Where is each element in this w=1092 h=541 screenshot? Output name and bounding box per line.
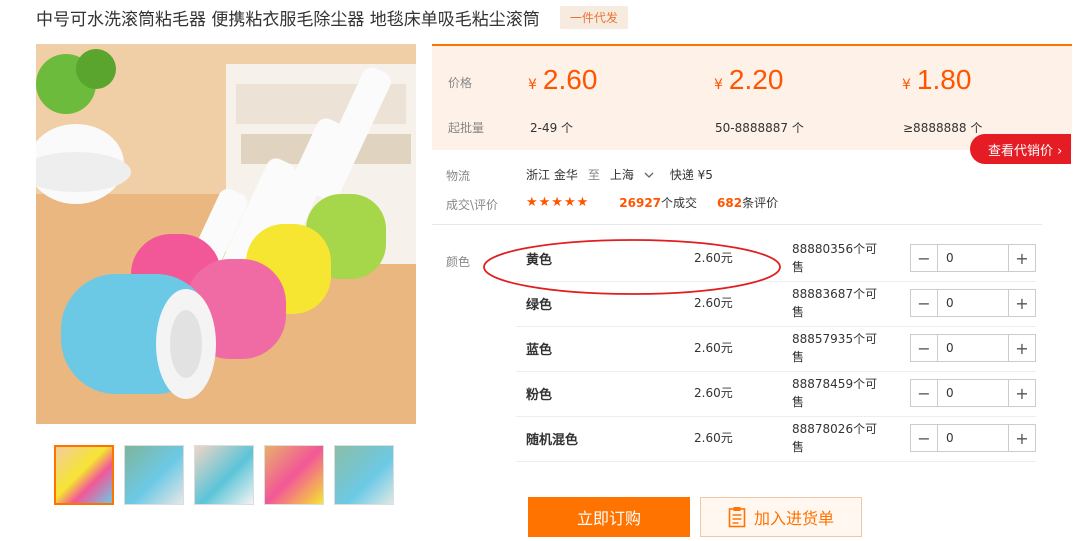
deals-count: 26927 [619,195,662,210]
sku-price: 2.60元 [694,386,733,400]
qty-tier-1: 2-49 个 [530,121,574,135]
quantity-input[interactable]: 0 [937,245,1009,271]
thumbnail-1[interactable] [54,445,114,505]
sku-price: 2.60元 [694,296,733,310]
price-tier-1: ¥ 2.60 [528,64,597,96]
price-panel: 价格 起批量 ¥ 2.60 ¥ 2.20 ¥ 1.80 2-49 个 50-88… [432,44,1072,150]
quantity-input[interactable]: 0 [937,425,1009,451]
reviews-count[interactable]: 682 [717,196,742,210]
color-label: 颜色 [446,255,471,269]
currency-symbol: ¥ [902,77,911,93]
sku-name: 黄色 [526,253,553,268]
ship-to-select[interactable]: 上海 [610,166,634,183]
quantity-input[interactable]: 0 [937,335,1009,361]
chevron-down-icon[interactable] [644,168,654,182]
logistics-label: 物流 [446,169,471,183]
qty-tier-3: ≥8888888 个 [903,121,983,135]
dropship-badge[interactable]: 一件代发 [559,5,628,29]
to-word: 至 [587,168,600,182]
quantity-input[interactable]: 0 [937,380,1009,406]
lint-roller-illustration [36,44,416,424]
sku-row: 绿色 2.60元 88883687个可售 − 0 + [516,282,1036,327]
price-value: 2.20 [728,64,784,95]
logistics-row: 浙江 金华 至 上海 快递 ¥5 [526,166,713,183]
price-value: 2.60 [542,64,598,95]
quantity-stepper: − 0 + [910,244,1036,272]
currency-symbol: ¥ [714,77,723,93]
add-to-cart-label: 加入进货单 [753,509,834,528]
shipping-fee: 快递 ¥5 [669,168,713,182]
sku-stock: 88880356个可售 [792,242,878,274]
thumbnail-2[interactable] [124,445,184,505]
add-to-cart-button[interactable]: 加入进货单 [700,497,862,537]
sku-stock: 88883687个可售 [792,287,878,319]
price-tier-2: ¥ 2.20 [714,64,783,96]
quantity-stepper: − 0 + [910,334,1036,362]
min-qty-label: 起批量 [448,121,485,135]
clipboard-icon [728,507,746,528]
plus-icon[interactable]: + [1009,245,1035,271]
sku-price: 2.60元 [694,341,733,355]
buy-now-button[interactable]: 立即订购 [528,497,690,537]
thumbnail-3[interactable] [194,445,254,505]
thumbnail-strip [54,445,394,505]
thumbnail-5[interactable] [334,445,394,505]
price-tier-3: ¥ 1.80 [902,64,971,96]
sku-name: 粉色 [526,388,553,403]
sku-name: 绿色 [526,298,553,313]
product-title-row: 中号可水洗滚筒粘毛器 便携粘衣服毛除尘器 地毯床单吸毛粘尘滚筒 一件代发 [36,4,628,30]
sku-row: 粉色 2.60元 88878459个可售 − 0 + [516,372,1036,417]
product-title: 中号可水洗滚筒粘毛器 便携粘衣服毛除尘器 地毯床单吸毛粘尘滚筒 [36,9,540,30]
quantity-stepper: − 0 + [910,379,1036,407]
minus-icon[interactable]: − [911,425,937,451]
ship-from: 浙江 金华 [526,168,578,182]
main-product-image[interactable] [36,44,416,424]
quantity-input[interactable]: 0 [937,290,1009,316]
plus-icon[interactable]: + [1009,335,1035,361]
minus-icon[interactable]: − [911,380,937,406]
quantity-stepper: − 0 + [910,289,1036,317]
minus-icon[interactable]: − [911,245,937,271]
quantity-stepper: − 0 + [910,424,1036,452]
sku-price: 2.60元 [694,431,733,445]
minus-icon[interactable]: − [911,335,937,361]
qty-tier-2: 50-8888887 个 [715,121,804,135]
sku-row: 黄色 2.60元 88880356个可售 − 0 + [516,237,1036,282]
transactions-row: ★★★★★ 26927 个成交 682 条评价 [526,194,778,211]
sku-name: 蓝色 [526,343,553,358]
section-divider [432,224,1042,225]
view-distribution-price-button[interactable]: 查看代销价 › [970,134,1071,164]
plus-icon[interactable]: + [1009,290,1035,316]
reviews-label[interactable]: 条评价 [742,194,778,211]
sku-stock: 88878459个可售 [792,377,878,409]
plus-icon[interactable]: + [1009,380,1035,406]
sku-stock: 88878026个可售 [792,422,878,454]
plus-icon[interactable]: + [1009,425,1035,451]
rating-stars: ★★★★★ [526,195,590,210]
thumbnail-4[interactable] [264,445,324,505]
deals-label: 个成交 [661,196,698,210]
price-label: 价格 [448,76,473,90]
sku-name: 随机混色 [526,433,579,448]
sku-price: 2.60元 [694,251,733,265]
sku-row: 随机混色 2.60元 88878026个可售 − 0 + [516,417,1036,462]
sku-stock: 88857935个可售 [792,332,878,364]
minus-icon[interactable]: − [911,290,937,316]
transactions-label: 成交\评价 [446,198,499,212]
price-value: 1.80 [916,64,972,95]
sku-row: 蓝色 2.60元 88857935个可售 − 0 + [516,327,1036,372]
currency-symbol: ¥ [528,77,537,93]
